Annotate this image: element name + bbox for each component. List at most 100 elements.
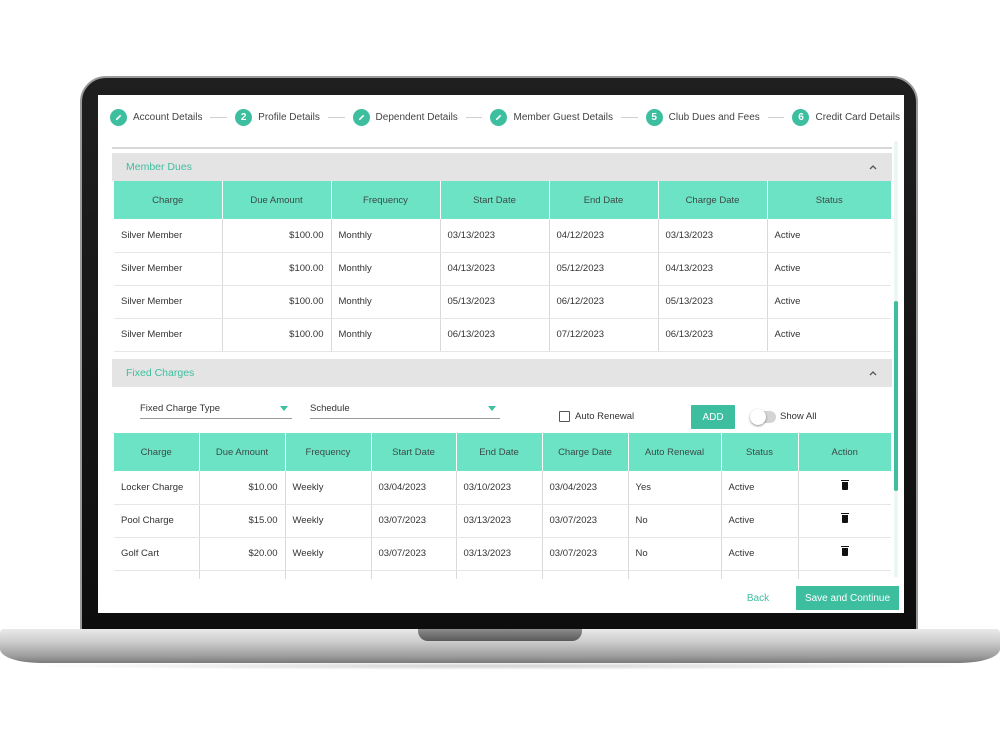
auto-renewal-checkbox[interactable] (559, 411, 570, 422)
auto-renewal-label: Auto Renewal (575, 411, 635, 422)
table-row: Golf Cart $20.00 Weekly 03/07/2023 03/13/202… (114, 537, 891, 571)
table-cell: 07/12/2023 (549, 318, 659, 352)
column-header[interactable]: Status (767, 181, 891, 219)
column-header[interactable]: Status (721, 433, 799, 471)
back-button[interactable]: Back (738, 586, 778, 610)
table-cell: Weekly (285, 504, 372, 538)
table-cell: No (628, 537, 722, 571)
step-5[interactable]: 5 Club Dues and Fees (645, 108, 760, 126)
table-cell: $15.00 (199, 504, 286, 538)
column-header[interactable]: Due Amount (222, 181, 332, 219)
fixed-charge-type-value: Fixed Charge Type (140, 403, 221, 414)
table-row: Silver Member $100.00 Monthly 06/13/2023 07/… (114, 318, 891, 352)
trash-icon[interactable] (840, 479, 849, 490)
table-cell: 03/07/2023 (542, 504, 629, 538)
table-cell: $100.00 (222, 318, 332, 352)
table-cell: Active (767, 252, 891, 286)
schedule-value: Schedule (310, 403, 350, 414)
table-cell (456, 570, 543, 579)
add-button[interactable]: ADD (691, 405, 735, 429)
chevron-up-icon[interactable] (868, 368, 878, 378)
save-and-continue-button[interactable]: Save and Continue (796, 586, 899, 610)
trash-icon[interactable] (840, 513, 849, 523)
fixed-charge-type-select[interactable]: Fixed Charge Type (140, 399, 292, 419)
table-cell (798, 570, 891, 579)
trash-icon[interactable] (840, 546, 849, 556)
step-6[interactable]: 6 Credit Card Details (792, 108, 900, 126)
table-cell: 04/13/2023 (440, 252, 550, 286)
step-connector (327, 116, 345, 118)
table-cell: 03/04/2023 (542, 471, 629, 505)
table-cell: $10.00 (199, 471, 286, 505)
table-cell: Silver Member (114, 285, 223, 319)
column-header[interactable]: Start Date (440, 181, 550, 219)
table-cell: 03/07/2023 (371, 537, 457, 571)
column-header[interactable]: Frequency (331, 181, 441, 219)
table-cell: 03/13/2023 (658, 219, 768, 253)
table-cell: Locker Charge (114, 471, 200, 505)
toggle-knob[interactable] (750, 409, 766, 425)
divider (112, 147, 892, 149)
table-cell (199, 570, 286, 579)
column-header[interactable]: Frequency (285, 433, 372, 471)
schedule-select[interactable]: Schedule (310, 399, 500, 419)
step-3[interactable]: Dependent Details (352, 108, 458, 126)
table-cell: Golf Cart (114, 537, 200, 571)
chevron-up-icon[interactable] (868, 162, 878, 172)
member-dues-table: Charge Due Amount Frequency Start Date End D… (114, 181, 891, 352)
column-header[interactable]: Charge Date (658, 181, 768, 219)
table-cell: $100.00 (222, 285, 332, 319)
column-header[interactable]: Charge (114, 181, 223, 219)
step-connector (465, 116, 483, 118)
action-cell (798, 471, 891, 505)
table-cell: Monthly (331, 252, 441, 286)
scrollbar-thumb[interactable] (894, 301, 898, 491)
table-cell: $100.00 (222, 219, 332, 253)
step-4[interactable]: Member Guest Details (490, 108, 613, 126)
table-cell: 06/13/2023 (440, 318, 550, 352)
table-cell: Active (767, 219, 891, 253)
step-label: Dependent Details (375, 111, 458, 123)
pencil-icon (490, 108, 508, 126)
step-number: 5 (645, 108, 663, 126)
table-cell: No (628, 504, 722, 538)
column-header[interactable]: Charge Date (542, 433, 629, 471)
table-cell: Silver Member (114, 219, 223, 253)
stepper: Account Details 2 Profile Details Dependent… (110, 107, 900, 127)
table-cell: $100.00 (222, 252, 332, 286)
fixed-charges-table: Charge Due Amount Frequency Start Date End D… (114, 433, 891, 579)
table-cell: 04/13/2023 (658, 252, 768, 286)
column-header[interactable]: Action (798, 433, 891, 471)
column-header[interactable]: Auto Renewal (628, 433, 722, 471)
pencil-icon (110, 108, 127, 126)
step-2[interactable]: 2 Profile Details (235, 108, 320, 126)
column-header[interactable]: End Date (549, 181, 659, 219)
table-cell: 06/12/2023 (549, 285, 659, 319)
step-connector (767, 116, 785, 118)
column-header[interactable]: Charge (114, 433, 200, 471)
table-cell (371, 570, 457, 579)
table-row: Locker Charge $10.00 Weekly 03/04/2023 03/10… (114, 471, 891, 505)
table-row: Silver Member $100.00 Monthly 05/13/2023 06/… (114, 285, 891, 319)
table-cell: 03/13/2023 (456, 537, 543, 571)
table-cell (114, 570, 200, 579)
table-cell: Silver Member (114, 318, 223, 352)
table-cell (721, 570, 799, 579)
column-header[interactable]: End Date (456, 433, 543, 471)
fixed-charges-header[interactable]: Fixed Charges (112, 359, 892, 387)
table-row: Silver Member $100.00 Monthly 03/13/2023 04/… (114, 219, 891, 253)
member-dues-header[interactable]: Member Dues (112, 153, 892, 181)
step-label: Credit Card Details (815, 111, 900, 123)
table-cell (542, 570, 629, 579)
step-label: Account Details (133, 111, 203, 123)
table-cell: 03/10/2023 (456, 471, 543, 505)
table-cell: Active (721, 504, 799, 538)
column-header[interactable]: Due Amount (199, 433, 286, 471)
column-header[interactable]: Start Date (371, 433, 457, 471)
member-dues-title: Member Dues (126, 161, 192, 173)
table-cell: 05/13/2023 (658, 285, 768, 319)
step-1[interactable]: Account Details (110, 108, 203, 126)
table-cell: 05/12/2023 (549, 252, 659, 286)
table-cell: 05/13/2023 (440, 285, 550, 319)
table-cell: 03/13/2023 (440, 219, 550, 253)
